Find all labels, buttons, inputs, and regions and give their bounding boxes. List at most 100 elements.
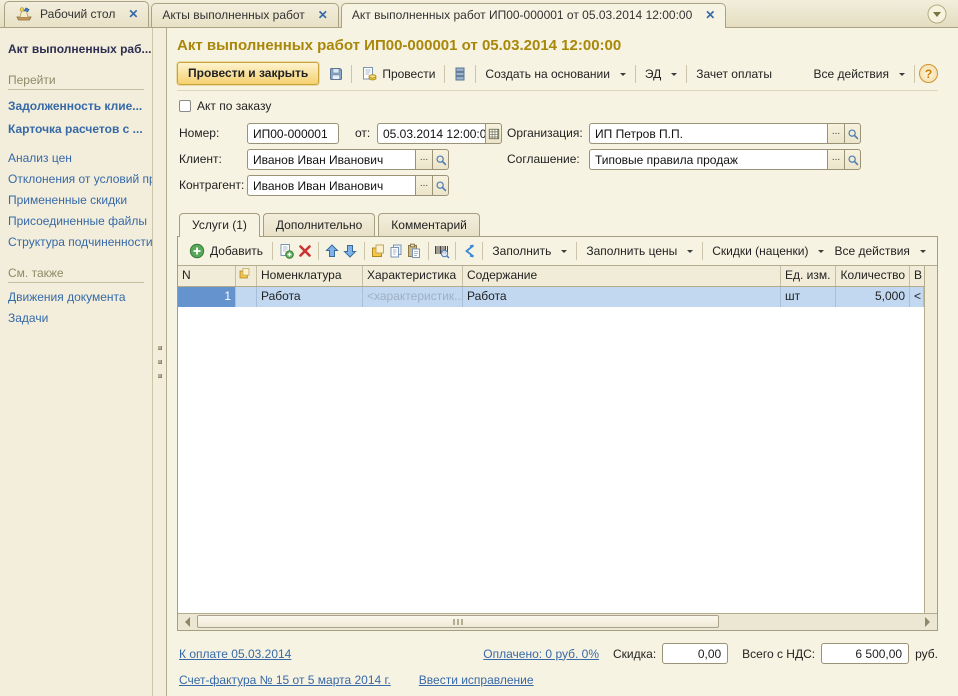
row-content-cell[interactable]: Работа — [463, 287, 781, 307]
divider — [318, 242, 319, 260]
sidebar-item-doc-movements[interactable]: Движения документа — [8, 290, 148, 304]
open-button[interactable] — [432, 175, 449, 196]
row-characteristic-cell[interactable]: <характеристик... — [363, 287, 463, 307]
table-row[interactable]: 1 Работа <характеристик... Работа шт 5,0… — [178, 287, 924, 307]
open-button[interactable] — [432, 149, 449, 170]
col-header-quantity[interactable]: Количество — [836, 266, 910, 286]
end-edit-button[interactable] — [369, 241, 387, 261]
row-number-cell[interactable]: 1 — [178, 287, 236, 307]
post-button[interactable]: Провести — [356, 63, 440, 85]
client-input[interactable]: Иванов Иван Иванович — [247, 149, 415, 170]
close-icon[interactable]: ✕ — [705, 8, 715, 22]
col-header-characteristic[interactable]: Характеристика — [363, 266, 463, 286]
discounts-menu-button[interactable]: Скидки (наценки) — [707, 241, 829, 261]
payment-offset-button[interactable]: Зачет оплаты — [691, 64, 777, 84]
organization-label: Организация: — [507, 123, 583, 144]
split-arrows-icon — [461, 243, 477, 259]
document-footer: К оплате 05.03.2014 Оплачено: 0 руб. 0% … — [177, 631, 938, 696]
close-icon[interactable]: ✕ — [318, 8, 328, 22]
services-grid-panel: Добавить — [177, 236, 938, 631]
select-button[interactable]: ... — [415, 149, 432, 170]
row-lock-cell[interactable] — [236, 287, 257, 307]
col-header-content[interactable]: Содержание — [463, 266, 781, 286]
select-button[interactable]: ... — [827, 123, 844, 144]
help-button[interactable]: ? — [919, 64, 938, 83]
row-unit-cell[interactable]: шт — [781, 287, 836, 307]
copy-row-button[interactable] — [277, 241, 295, 261]
save-button[interactable] — [325, 64, 347, 84]
sidebar-item-price-analysis[interactable]: Анализ цен — [8, 151, 148, 165]
select-button[interactable]: ... — [827, 149, 844, 170]
move-up-button[interactable] — [323, 241, 341, 261]
scroll-left-button[interactable] — [178, 614, 195, 630]
splitter-handle[interactable] — [152, 28, 167, 696]
tab-list-button[interactable] — [926, 3, 948, 25]
total-input[interactable]: 6 500,00 — [821, 643, 909, 664]
barcode-icon — [434, 243, 450, 259]
sidebar-item-subordination[interactable]: Структура подчиненности — [8, 235, 148, 249]
act-by-order-checkbox[interactable] — [179, 100, 191, 112]
sidebar-item-applied-discounts[interactable]: Примененные скидки — [8, 193, 148, 207]
counterparty-input[interactable]: Иванов Иван Иванович — [247, 175, 415, 196]
total-label: Всего с НДС: — [742, 647, 815, 661]
row-nomenclature-cell[interactable]: Работа — [257, 287, 363, 307]
agreement-input[interactable]: Типовые правила продаж — [589, 149, 827, 170]
create-based-on-button[interactable]: Создать на основании — [480, 64, 631, 84]
select-button[interactable]: ... — [415, 175, 432, 196]
tab-acts-list[interactable]: Акты выполненных работ ✕ — [151, 3, 338, 27]
scrollbar-thumb[interactable] — [197, 615, 719, 628]
close-icon[interactable]: ✕ — [128, 7, 138, 21]
enter-correction-link[interactable]: Ввести исправление — [419, 673, 534, 687]
sidebar-item-settlement-card[interactable]: Карточка расчетов с ... — [8, 122, 148, 136]
row-cut-cell[interactable]: < — [910, 287, 924, 307]
paste-button[interactable] — [405, 241, 423, 261]
calendar-button[interactable] — [485, 123, 502, 144]
discount-input[interactable]: 0,00 — [662, 643, 728, 664]
nav-current-item[interactable]: Акт выполненных раб... — [8, 42, 148, 56]
scrollbar-track[interactable] — [195, 614, 920, 630]
col-header-lock[interactable] — [236, 266, 257, 286]
fill-prices-menu-button[interactable]: Заполнить цены — [581, 241, 698, 261]
pay-date-link[interactable]: К оплате 05.03.2014 — [179, 647, 291, 661]
ed-menu-button[interactable]: ЭД — [640, 64, 682, 84]
delete-row-button[interactable] — [295, 241, 313, 261]
row-quantity-cell[interactable]: 5,000 — [836, 287, 910, 307]
table-empty-area[interactable] — [178, 307, 924, 613]
grid-all-actions-button[interactable]: Все действия — [829, 241, 930, 261]
all-actions-button[interactable]: Все действия — [809, 64, 910, 84]
col-header-unit[interactable]: Ед. изм. — [781, 266, 836, 286]
tab-desktop[interactable]: Рабочий стол ✕ — [4, 1, 149, 27]
magnifier-icon — [847, 154, 859, 166]
vertical-scrollbar[interactable] — [924, 266, 937, 613]
sidebar-item-debt[interactable]: Задолженность клие... — [8, 99, 148, 113]
scroll-right-button[interactable] — [920, 614, 937, 630]
post-and-close-button[interactable]: Провести и закрыть — [177, 62, 319, 85]
sidebar-item-attached-files[interactable]: Присоединенные файлы — [8, 214, 148, 228]
move-down-button[interactable] — [341, 241, 359, 261]
sidebar-item-deviations[interactable]: Отклонения от условий пр... — [8, 172, 148, 186]
tab-act-document[interactable]: Акт выполненных работ ИП00-000001 от 05.… — [341, 3, 726, 28]
tab-comment[interactable]: Комментарий — [378, 213, 480, 236]
change-mode-button[interactable] — [460, 241, 478, 261]
invoice-link[interactable]: Счет-фактура № 15 от 5 марта 2014 г. — [179, 673, 391, 687]
tab-services[interactable]: Услуги (1) — [179, 213, 260, 237]
copy-button[interactable] — [387, 241, 405, 261]
add-row-button[interactable]: Добавить — [184, 240, 268, 262]
barcode-scan-button[interactable] — [433, 241, 451, 261]
col-header-n[interactable]: N — [178, 266, 236, 286]
paid-status-link[interactable]: Оплачено: 0 руб. 0% — [483, 647, 599, 661]
divider — [482, 242, 483, 260]
sidebar-item-tasks[interactable]: Задачи — [8, 311, 148, 325]
organization-input[interactable]: ИП Петров П.П. — [589, 123, 827, 144]
tab-additional[interactable]: Дополнительно — [263, 213, 375, 236]
fill-menu-button[interactable]: Заполнить — [487, 241, 572, 261]
open-button[interactable] — [844, 149, 861, 170]
document-movements-button[interactable] — [449, 64, 471, 84]
col-header-cut[interactable]: В — [910, 266, 924, 286]
number-input[interactable]: ИП00-000001 — [247, 123, 339, 144]
date-input[interactable]: 05.03.2014 12:00:00 — [377, 123, 485, 144]
col-header-nomenclature[interactable]: Номенклатура — [257, 266, 363, 286]
navigation-panel: Акт выполненных раб... Перейти Задолженн… — [0, 28, 152, 696]
open-button[interactable] — [844, 123, 861, 144]
horizontal-scrollbar[interactable] — [178, 613, 937, 630]
